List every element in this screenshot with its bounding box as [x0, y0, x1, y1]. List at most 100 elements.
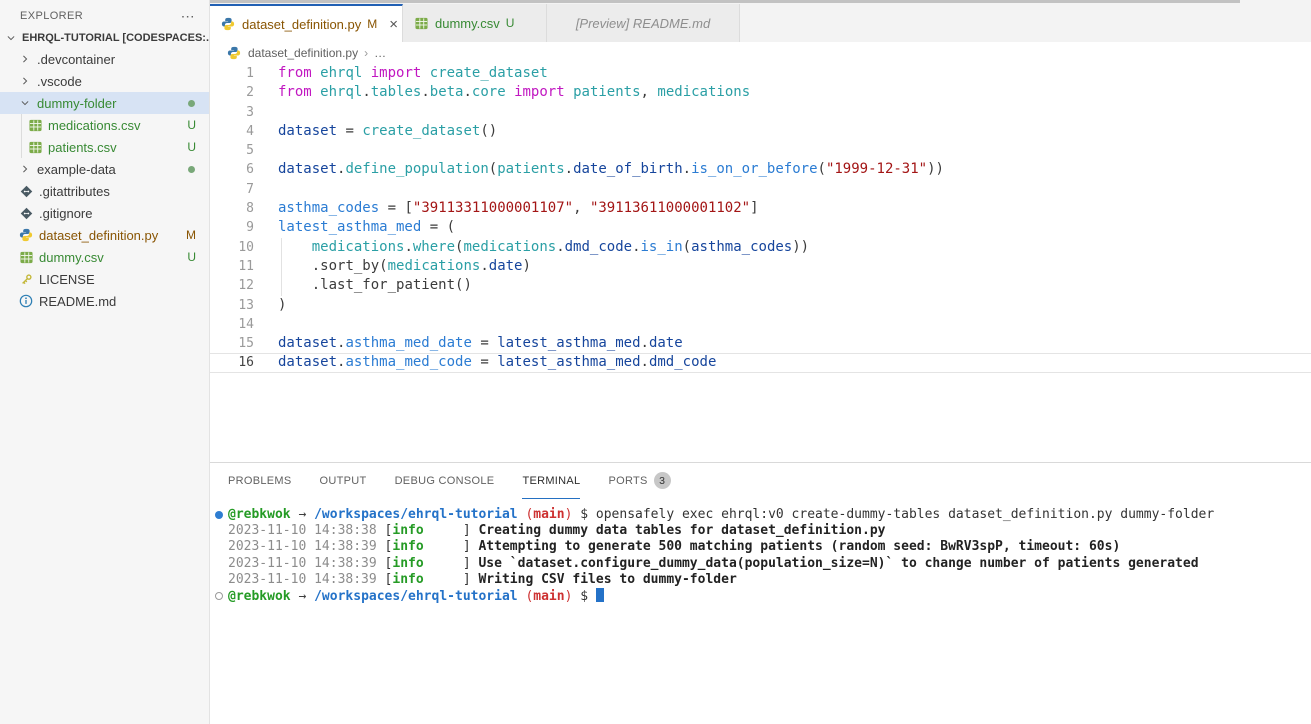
- sidebar-item-readme-md[interactable]: README.md: [0, 290, 209, 312]
- code-line-1[interactable]: 1from ehrql import create_dataset: [210, 64, 1311, 83]
- panel-tab-label: TERMINAL: [522, 475, 580, 487]
- sidebar-item-devcontainer[interactable]: .devcontainer: [0, 48, 209, 70]
- chevron-right-icon: [18, 164, 32, 174]
- sidebar-item-gitignore[interactable]: .gitignore: [0, 202, 209, 224]
- command-decoration-icon[interactable]: [215, 511, 223, 519]
- code-line-3[interactable]: 3: [210, 103, 1311, 122]
- sidebar-item-dummy-csv[interactable]: dummy.csvU: [0, 246, 209, 268]
- chevron-down-icon: [3, 33, 19, 43]
- python-icon: [18, 228, 34, 242]
- modified-contents-dot: [188, 166, 195, 173]
- code-line-7[interactable]: 7: [210, 180, 1311, 199]
- breadcrumb-file[interactable]: dataset_definition.py: [248, 46, 358, 60]
- terminal-line: @rebkwok → /workspaces/ehrql-tutorial (m…: [214, 507, 1311, 523]
- modified-contents-dot: [188, 100, 195, 107]
- line-number: 7: [210, 180, 254, 199]
- git-status-badge: U: [187, 118, 196, 132]
- line-number: 6: [210, 160, 254, 179]
- code-text: [254, 141, 278, 160]
- explorer-file-list: .devcontainer.vscodedummy-foldermedicati…: [0, 48, 209, 312]
- panel-tab-label: DEBUG CONSOLE: [395, 475, 495, 487]
- tab-label: [Preview] README.md: [576, 16, 710, 31]
- terminal-line: 2023-11-10 14:38:39 [info ] Attempting t…: [214, 539, 1311, 555]
- line-number: 14: [210, 315, 254, 334]
- code-line-2[interactable]: 2from ehrql.tables.beta.core import pati…: [210, 83, 1311, 102]
- file-label: example-data: [37, 162, 116, 177]
- git-icon: [18, 207, 34, 220]
- code-line-14[interactable]: 14: [210, 315, 1311, 334]
- csv-icon: [27, 141, 43, 154]
- sidebar-item-vscode[interactable]: .vscode: [0, 70, 209, 92]
- sidebar-item-dataset-definition-py[interactable]: dataset_definition.pyM: [0, 224, 209, 246]
- command-decoration-icon[interactable]: [215, 592, 223, 600]
- code-text: medications.where(medications.dmd_code.i…: [254, 238, 809, 257]
- vscode-window: EXPLORER ⋯ EHRQL-TUTORIAL [CODESPACES:..…: [0, 0, 1311, 724]
- panel-tab-problems[interactable]: PROBLEMS: [228, 463, 292, 499]
- file-label: README.md: [39, 294, 116, 309]
- breadcrumb[interactable]: dataset_definition.py › …: [210, 42, 1311, 64]
- file-label: LICENSE: [39, 272, 95, 287]
- code-line-10[interactable]: 10 medications.where(medications.dmd_cod…: [210, 238, 1311, 257]
- code-line-4[interactable]: 4dataset = create_dataset(): [210, 122, 1311, 141]
- git-status-badge: U: [187, 250, 196, 264]
- bottom-panel: PROBLEMS OUTPUT DEBUG CONSOLE TERMINAL PORTS…: [210, 462, 1311, 724]
- code-text: ): [254, 296, 286, 315]
- sidebar-item-medications-csv[interactable]: medications.csv U: [0, 114, 209, 136]
- line-number: 10: [210, 238, 254, 257]
- tab-preview-readme-md[interactable]: [Preview] README.md: [547, 4, 740, 42]
- terminal-line: 2023-11-10 14:38:39 [info ] Writing CSV …: [214, 572, 1311, 588]
- panel-tab-label: PROBLEMS: [228, 475, 292, 487]
- file-label: .vscode: [37, 74, 82, 89]
- code-line-15[interactable]: 15dataset.asthma_med_date = latest_asthm…: [210, 334, 1311, 353]
- terminal-cursor: [596, 588, 604, 602]
- tab-dataset-definition-py[interactable]: dataset_definition.pyM×: [210, 4, 403, 42]
- terminal[interactable]: @rebkwok → /workspaces/ehrql-tutorial (m…: [210, 499, 1311, 724]
- line-number: 9: [210, 218, 254, 237]
- explorer-root-folder[interactable]: EHRQL-TUTORIAL [CODESPACES:...: [0, 30, 209, 48]
- chevron-down-icon: [18, 98, 32, 108]
- close-icon[interactable]: ×: [389, 18, 398, 31]
- file-label: .gitattributes: [39, 184, 110, 199]
- code-line-6[interactable]: 6dataset.define_population(patients.date…: [210, 160, 1311, 179]
- code-text: dataset.define_population(patients.date_…: [254, 160, 944, 179]
- panel-tab-terminal[interactable]: TERMINAL: [522, 463, 580, 499]
- code-text: dataset.asthma_med_date = latest_asthma_…: [254, 334, 683, 353]
- code-editor[interactable]: 1from ehrql import create_dataset2from e…: [210, 64, 1311, 462]
- file-label: .gitignore: [39, 206, 92, 221]
- tab-scrollbar[interactable]: [210, 0, 1240, 3]
- panel-tab-output[interactable]: OUTPUT: [320, 463, 367, 499]
- code-line-9[interactable]: 9latest_asthma_med = (: [210, 218, 1311, 237]
- breadcrumb-more[interactable]: …: [374, 46, 386, 60]
- code-text: [254, 103, 278, 122]
- ports-count-badge: 3: [654, 472, 671, 489]
- explorer-root-label: EHRQL-TUTORIAL [CODESPACES:...: [22, 32, 209, 44]
- line-number: 13: [210, 296, 254, 315]
- sidebar-item-dummy-folder[interactable]: dummy-folder: [0, 92, 209, 114]
- terminal-line: 2023-11-10 14:38:39 [info ] Use `dataset…: [214, 556, 1311, 572]
- breadcrumb-separator-icon: ›: [364, 46, 368, 60]
- tabs-container: dataset_definition.pyM×dummy.csvU [Previe…: [210, 4, 740, 42]
- panel-tab-bar: PROBLEMS OUTPUT DEBUG CONSOLE TERMINAL PORTS…: [210, 463, 1311, 499]
- code-line-12[interactable]: 12 .last_for_patient(): [210, 276, 1311, 295]
- explorer-more-button[interactable]: ⋯: [181, 11, 195, 21]
- tab-label: dummy.csv: [435, 16, 500, 31]
- sidebar-item-license[interactable]: LICENSE: [0, 268, 209, 290]
- panel-tab-debug-console[interactable]: DEBUG CONSOLE: [395, 463, 495, 499]
- code-line-11[interactable]: 11 .sort_by(medications.date): [210, 257, 1311, 276]
- code-line-16[interactable]: 16dataset.asthma_med_code = latest_asthm…: [210, 353, 1311, 372]
- line-number: 8: [210, 199, 254, 218]
- file-label: patients.csv: [48, 140, 117, 155]
- editor-area: dataset_definition.pyM×dummy.csvU [Previe…: [210, 0, 1311, 724]
- csv-icon: [27, 119, 43, 132]
- panel-tab-ports[interactable]: PORTS3: [608, 463, 670, 499]
- tab-dummy-csv[interactable]: dummy.csvU: [403, 4, 547, 42]
- line-number: 4: [210, 122, 254, 141]
- sidebar-item-patients-csv[interactable]: patients.csvU: [0, 136, 209, 158]
- sidebar-item-example-data[interactable]: example-data: [0, 158, 209, 180]
- line-number: 15: [210, 334, 254, 353]
- file-label: medications.csv: [48, 118, 140, 133]
- code-line-13[interactable]: 13): [210, 296, 1311, 315]
- sidebar-item-gitattributes[interactable]: .gitattributes: [0, 180, 209, 202]
- code-line-8[interactable]: 8asthma_codes = ["39113311000001107", "3…: [210, 199, 1311, 218]
- code-line-5[interactable]: 5: [210, 141, 1311, 160]
